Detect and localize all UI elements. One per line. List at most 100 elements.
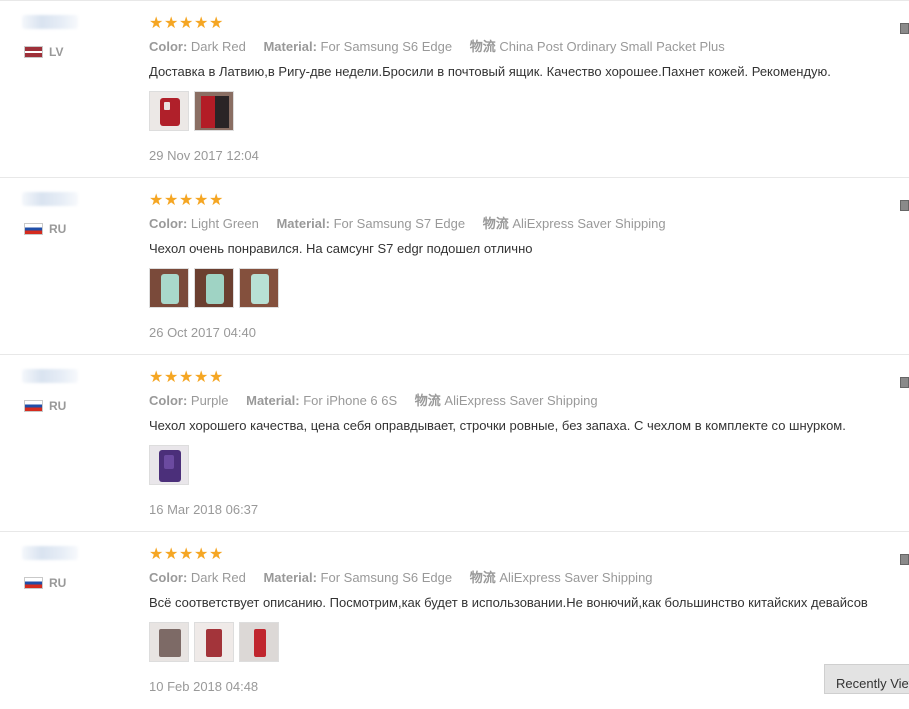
shipping-value: AliExpress Saver Shipping	[512, 216, 666, 231]
material-value: For Samsung S6 Edge	[320, 39, 453, 54]
russia-flag-icon	[24, 577, 43, 589]
order-attributes: Color: Dark Red Material: For Samsung S6…	[149, 570, 667, 586]
star-icon: ★	[194, 15, 209, 32]
review-text: Всё соответствует описанию. Посмотрим,ка…	[149, 595, 868, 610]
reviewer-country: RU	[24, 222, 66, 236]
shipping-value: AliExpress Saver Shipping	[444, 393, 598, 408]
color-value: Dark Red	[190, 570, 246, 585]
material-label: Material:	[246, 393, 300, 408]
review-item: RU ★★★★★ Color: Dark Red Material: For S…	[0, 531, 909, 709]
star-rating: ★★★★★	[149, 368, 224, 388]
helpful-toggle[interactable]	[900, 200, 909, 211]
star-rating: ★★★★★	[149, 191, 224, 211]
review-photo[interactable]	[149, 91, 189, 131]
star-icon: ★	[209, 546, 224, 563]
review-item: RU ★★★★★ Color: Purple Material: For iPh…	[0, 354, 909, 532]
material-value: For Samsung S6 Edge	[320, 570, 453, 585]
review-photo[interactable]	[194, 268, 234, 308]
reviewer-country: RU	[24, 399, 66, 413]
material-label: Material:	[263, 39, 317, 54]
country-code: RU	[49, 222, 67, 236]
material-value: For Samsung S7 Edge	[333, 216, 466, 231]
color-value: Purple	[190, 393, 229, 408]
star-icon: ★	[164, 192, 179, 209]
star-rating: ★★★★★	[149, 14, 224, 34]
color-label: Color:	[149, 216, 188, 231]
star-icon: ★	[149, 192, 164, 209]
star-icon: ★	[164, 546, 179, 563]
russia-flag-icon	[24, 400, 43, 412]
review-content: ★★★★★ Color: Light Green Material: For S…	[149, 191, 666, 340]
color-value: Light Green	[190, 216, 259, 231]
star-icon: ★	[149, 15, 164, 32]
review-photo[interactable]	[239, 622, 279, 662]
review-photo[interactable]	[239, 268, 279, 308]
country-code: RU	[49, 576, 67, 590]
star-icon: ★	[194, 192, 209, 209]
helpful-toggle[interactable]	[900, 23, 909, 34]
review-photo[interactable]	[149, 268, 189, 308]
reviewer-name-blurred	[22, 192, 78, 206]
material-value: For iPhone 6 6S	[303, 393, 398, 408]
review-item: LV ★★★★★ Color: Dark Red Material: For S…	[0, 0, 909, 178]
review-photo[interactable]	[194, 622, 234, 662]
country-code: RU	[49, 399, 67, 413]
color-label: Color:	[149, 393, 188, 408]
review-content: ★★★★★ Color: Dark Red Material: For Sams…	[149, 545, 868, 694]
shipping-value: China Post Ordinary Small Packet Plus	[499, 39, 725, 54]
star-icon: ★	[209, 15, 224, 32]
review-photos	[149, 445, 194, 485]
recently-viewed-button[interactable]: Recently Viewed	[824, 664, 909, 694]
review-date: 16 Mar 2018 06:37	[149, 502, 259, 517]
star-icon: ★	[209, 192, 224, 209]
star-icon: ★	[164, 15, 179, 32]
helpful-toggle[interactable]	[900, 554, 909, 565]
star-icon: ★	[149, 369, 164, 386]
helpful-toggle[interactable]	[900, 377, 909, 388]
star-icon: ★	[179, 369, 194, 386]
reviewer-name-blurred	[22, 546, 78, 560]
reviewer-country: RU	[24, 576, 66, 590]
review-text: Доставка в Латвию,в Ригу-две недели.Брос…	[149, 64, 831, 79]
shipping-label: 物流	[469, 39, 496, 54]
shipping-label: 物流	[482, 216, 509, 231]
star-icon: ★	[164, 369, 179, 386]
reviewer-name-blurred	[22, 15, 78, 29]
shipping-value: AliExpress Saver Shipping	[499, 570, 653, 585]
star-icon: ★	[149, 546, 164, 563]
review-photo[interactable]	[149, 622, 189, 662]
material-label: Material:	[263, 570, 317, 585]
review-photos	[149, 91, 239, 131]
review-photo[interactable]	[149, 445, 189, 485]
color-label: Color:	[149, 39, 188, 54]
review-date: 10 Feb 2018 04:48	[149, 679, 259, 694]
country-code: LV	[49, 45, 64, 59]
review-item: RU ★★★★★ Color: Light Green Material: Fo…	[0, 177, 909, 355]
star-rating: ★★★★★	[149, 545, 224, 565]
order-attributes: Color: Purple Material: For iPhone 6 6S …	[149, 393, 612, 409]
order-attributes: Color: Light Green Material: For Samsung…	[149, 216, 680, 232]
review-content: ★★★★★ Color: Purple Material: For iPhone…	[149, 368, 846, 517]
review-content: ★★★★★ Color: Dark Red Material: For Sams…	[149, 14, 831, 163]
color-value: Dark Red	[190, 39, 246, 54]
star-icon: ★	[179, 192, 194, 209]
star-icon: ★	[179, 546, 194, 563]
shipping-label: 物流	[414, 393, 441, 408]
material-label: Material:	[276, 216, 330, 231]
latvia-flag-icon	[24, 46, 43, 58]
reviewer-name-blurred	[22, 369, 78, 383]
shipping-label: 物流	[469, 570, 496, 585]
russia-flag-icon	[24, 223, 43, 235]
star-icon: ★	[179, 15, 194, 32]
star-icon: ★	[194, 369, 209, 386]
reviewer-country: LV	[24, 45, 63, 59]
review-date: 26 Oct 2017 04:40	[149, 325, 256, 340]
star-icon: ★	[209, 369, 224, 386]
review-photos	[149, 268, 284, 308]
review-date: 29 Nov 2017 12:04	[149, 148, 259, 163]
review-text: Чехол очень понравился. На самсунг S7 ed…	[149, 241, 533, 256]
review-photo[interactable]	[194, 91, 234, 131]
order-attributes: Color: Dark Red Material: For Samsung S6…	[149, 39, 739, 55]
star-icon: ★	[194, 546, 209, 563]
color-label: Color:	[149, 570, 188, 585]
